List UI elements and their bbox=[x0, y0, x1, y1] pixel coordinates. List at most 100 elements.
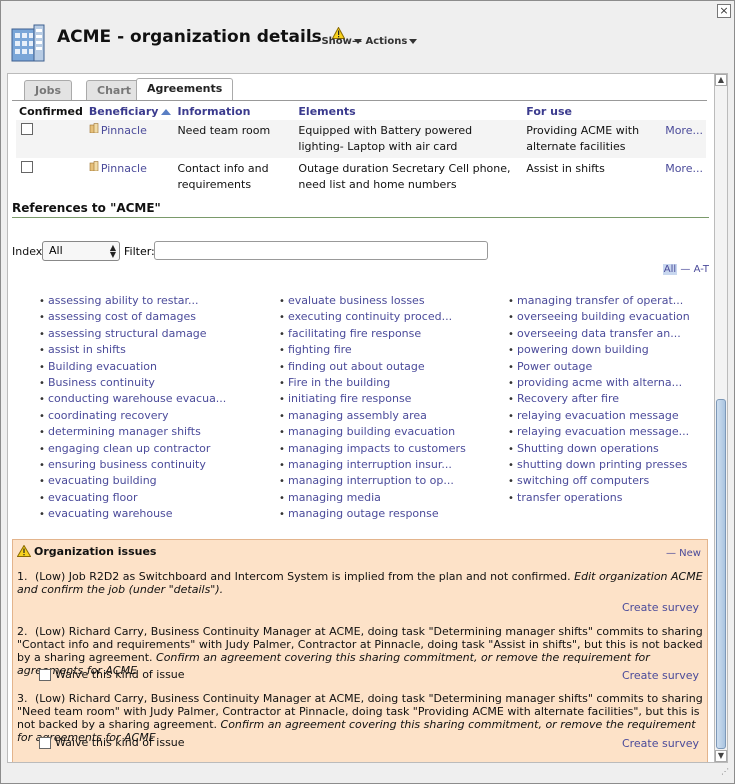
confirmed-checkbox[interactable] bbox=[21, 161, 33, 173]
scroll-down-button[interactable]: ▼ bbox=[715, 750, 727, 762]
reference-link[interactable]: Business continuity bbox=[36, 375, 226, 391]
reference-link[interactable]: engaging clean up contractor bbox=[36, 441, 226, 457]
reference-link[interactable]: assist in shifts bbox=[36, 342, 226, 358]
index-select-value: All bbox=[49, 244, 63, 257]
reference-link[interactable]: managing media bbox=[276, 490, 466, 506]
reference-link[interactable]: Shutting down operations bbox=[505, 441, 690, 457]
actions-menu[interactable]: — Actions bbox=[352, 36, 418, 47]
issue-text: (Low) Job R2D2 as Switchboard and Interc… bbox=[35, 570, 571, 583]
more-link[interactable]: More... bbox=[665, 162, 703, 175]
show-menu-label: — Show bbox=[308, 36, 352, 47]
confirmed-checkbox[interactable] bbox=[21, 123, 33, 135]
reference-link[interactable]: overseeing building evacuation bbox=[505, 309, 690, 325]
organization-icon bbox=[89, 161, 99, 171]
issue-number: 3. bbox=[17, 692, 28, 705]
reference-link[interactable]: assessing structural damage bbox=[36, 326, 226, 342]
reference-link[interactable]: shutting down printing presses bbox=[505, 457, 690, 473]
tab-chart[interactable]: Chart bbox=[86, 80, 143, 100]
waive-checkbox[interactable] bbox=[39, 669, 51, 681]
col-header-elements[interactable]: Elements bbox=[295, 102, 523, 120]
tab-jobs[interactable]: Jobs bbox=[24, 80, 73, 100]
reference-link[interactable]: fighting fire bbox=[276, 342, 466, 358]
beneficiary-link[interactable]: Pinnacle bbox=[101, 162, 147, 175]
table-row: Pinnacle Contact info and requirements O… bbox=[16, 158, 706, 196]
index-select[interactable]: All ▲ ▼ bbox=[42, 241, 120, 261]
for-use-cell: Providing ACME with alternate facilities bbox=[523, 120, 663, 158]
az-all-link[interactable]: All bbox=[662, 264, 678, 275]
window-header: ACME - organization details — Show — Act… bbox=[9, 23, 709, 67]
warning-icon bbox=[16, 544, 32, 557]
tab-divider bbox=[12, 100, 707, 101]
reference-link[interactable]: assessing ability to restar... bbox=[36, 293, 226, 309]
reference-link[interactable]: executing continuity proced... bbox=[276, 309, 466, 325]
reference-link[interactable]: evaluate business losses bbox=[276, 293, 466, 309]
waive-issue-option[interactable]: Waive this kind of issue bbox=[39, 736, 185, 749]
reference-link[interactable]: powering down building bbox=[505, 342, 690, 358]
vertical-scrollbar[interactable]: ▲ ▼ bbox=[714, 73, 728, 763]
reference-link[interactable]: managing assembly area bbox=[276, 408, 466, 424]
elements-cell: Equipped with Battery powered lighting- … bbox=[295, 120, 524, 158]
reference-link[interactable]: evacuating warehouse bbox=[36, 506, 226, 522]
reference-link[interactable]: finding out about outage bbox=[276, 359, 466, 375]
organization-issues-panel: Organization issues — New 1. (Low) Job R2… bbox=[12, 539, 708, 762]
information-cell: Need team room bbox=[174, 120, 296, 158]
page-title: ACME - organization details bbox=[57, 27, 345, 47]
reference-link[interactable]: relaying evacuation message bbox=[505, 408, 690, 424]
reference-link[interactable]: transfer operations bbox=[505, 490, 690, 506]
reference-link[interactable]: initiating fire response bbox=[276, 391, 466, 407]
issue-number: 2. bbox=[17, 625, 28, 638]
reference-link[interactable]: managing interruption insur... bbox=[276, 457, 466, 473]
beneficiary-link[interactable]: Pinnacle bbox=[101, 124, 147, 137]
reference-link[interactable]: Recovery after fire bbox=[505, 391, 690, 407]
reference-link[interactable]: managing building evacuation bbox=[276, 424, 466, 440]
issues-title: Organization issues bbox=[34, 545, 157, 558]
reference-link[interactable]: Fire in the building bbox=[276, 375, 466, 391]
col-header-beneficiary-label: Beneficiary bbox=[88, 104, 159, 118]
issue-item: 1. (Low) Job R2D2 as Switchboard and Inte… bbox=[17, 570, 703, 596]
reference-link[interactable]: assessing cost of damages bbox=[36, 309, 226, 325]
filter-input[interactable] bbox=[154, 241, 488, 260]
close-button[interactable]: × bbox=[717, 4, 731, 18]
col-header-beneficiary[interactable]: Beneficiary bbox=[86, 102, 175, 120]
col-header-information[interactable]: Information bbox=[174, 102, 295, 120]
az-range-link[interactable]: — A-T bbox=[680, 264, 709, 275]
more-link[interactable]: More... bbox=[665, 124, 703, 137]
reference-link[interactable]: managing interruption to op... bbox=[276, 473, 466, 489]
create-survey-link[interactable]: Create survey bbox=[622, 737, 699, 750]
reference-link[interactable]: switching off computers bbox=[505, 473, 690, 489]
waive-label: Waive this kind of issue bbox=[55, 668, 185, 681]
reference-link[interactable]: Building evacuation bbox=[36, 359, 226, 375]
reference-link[interactable]: relaying evacuation message... bbox=[505, 424, 690, 440]
references-column-3: managing transfer of operat...overseeing… bbox=[505, 293, 690, 506]
reference-link[interactable]: managing outage response bbox=[276, 506, 466, 522]
reference-link[interactable]: facilitating fire response bbox=[276, 326, 466, 342]
create-survey-link[interactable]: Create survey bbox=[622, 601, 699, 614]
issues-header: Organization issues bbox=[16, 544, 157, 558]
table-row: Pinnacle Need team room Equipped with Ba… bbox=[16, 120, 706, 158]
reference-link[interactable]: managing impacts to customers bbox=[276, 441, 466, 457]
tab-agreements[interactable]: Agreements bbox=[136, 78, 234, 101]
select-arrows-icon: ▲ ▼ bbox=[109, 243, 116, 259]
waive-issue-option[interactable]: Waive this kind of issue bbox=[39, 668, 185, 681]
reference-link[interactable]: overseeing data transfer an... bbox=[505, 326, 690, 342]
reference-link[interactable]: ensuring business continuity bbox=[36, 457, 226, 473]
reference-link[interactable]: providing acme with alterna... bbox=[505, 375, 690, 391]
create-survey-link[interactable]: Create survey bbox=[622, 669, 699, 682]
organization-building-icon bbox=[11, 24, 45, 62]
reference-link[interactable]: evacuating floor bbox=[36, 490, 226, 506]
reference-link[interactable]: conducting warehouse evacua... bbox=[36, 391, 226, 407]
references-column-1: assessing ability to restar...assessing … bbox=[36, 293, 226, 522]
scrollbar-thumb[interactable] bbox=[716, 399, 726, 749]
information-cell: Contact info and requirements bbox=[177, 162, 269, 191]
reference-link[interactable]: evacuating building bbox=[36, 473, 226, 489]
col-header-for-use[interactable]: For use bbox=[523, 102, 662, 120]
new-issue-link[interactable]: — New bbox=[666, 548, 701, 559]
resize-grip-icon[interactable]: ⋰ bbox=[721, 768, 731, 780]
waive-checkbox[interactable] bbox=[39, 737, 51, 749]
reference-link[interactable]: Power outage bbox=[505, 359, 690, 375]
elements-cell: Outage duration Secretary Cell phone, ne… bbox=[298, 162, 511, 191]
reference-link[interactable]: coordinating recovery bbox=[36, 408, 226, 424]
scroll-up-button[interactable]: ▲ bbox=[715, 74, 727, 86]
reference-link[interactable]: determining manager shifts bbox=[36, 424, 226, 440]
reference-link[interactable]: managing transfer of operat... bbox=[505, 293, 690, 309]
